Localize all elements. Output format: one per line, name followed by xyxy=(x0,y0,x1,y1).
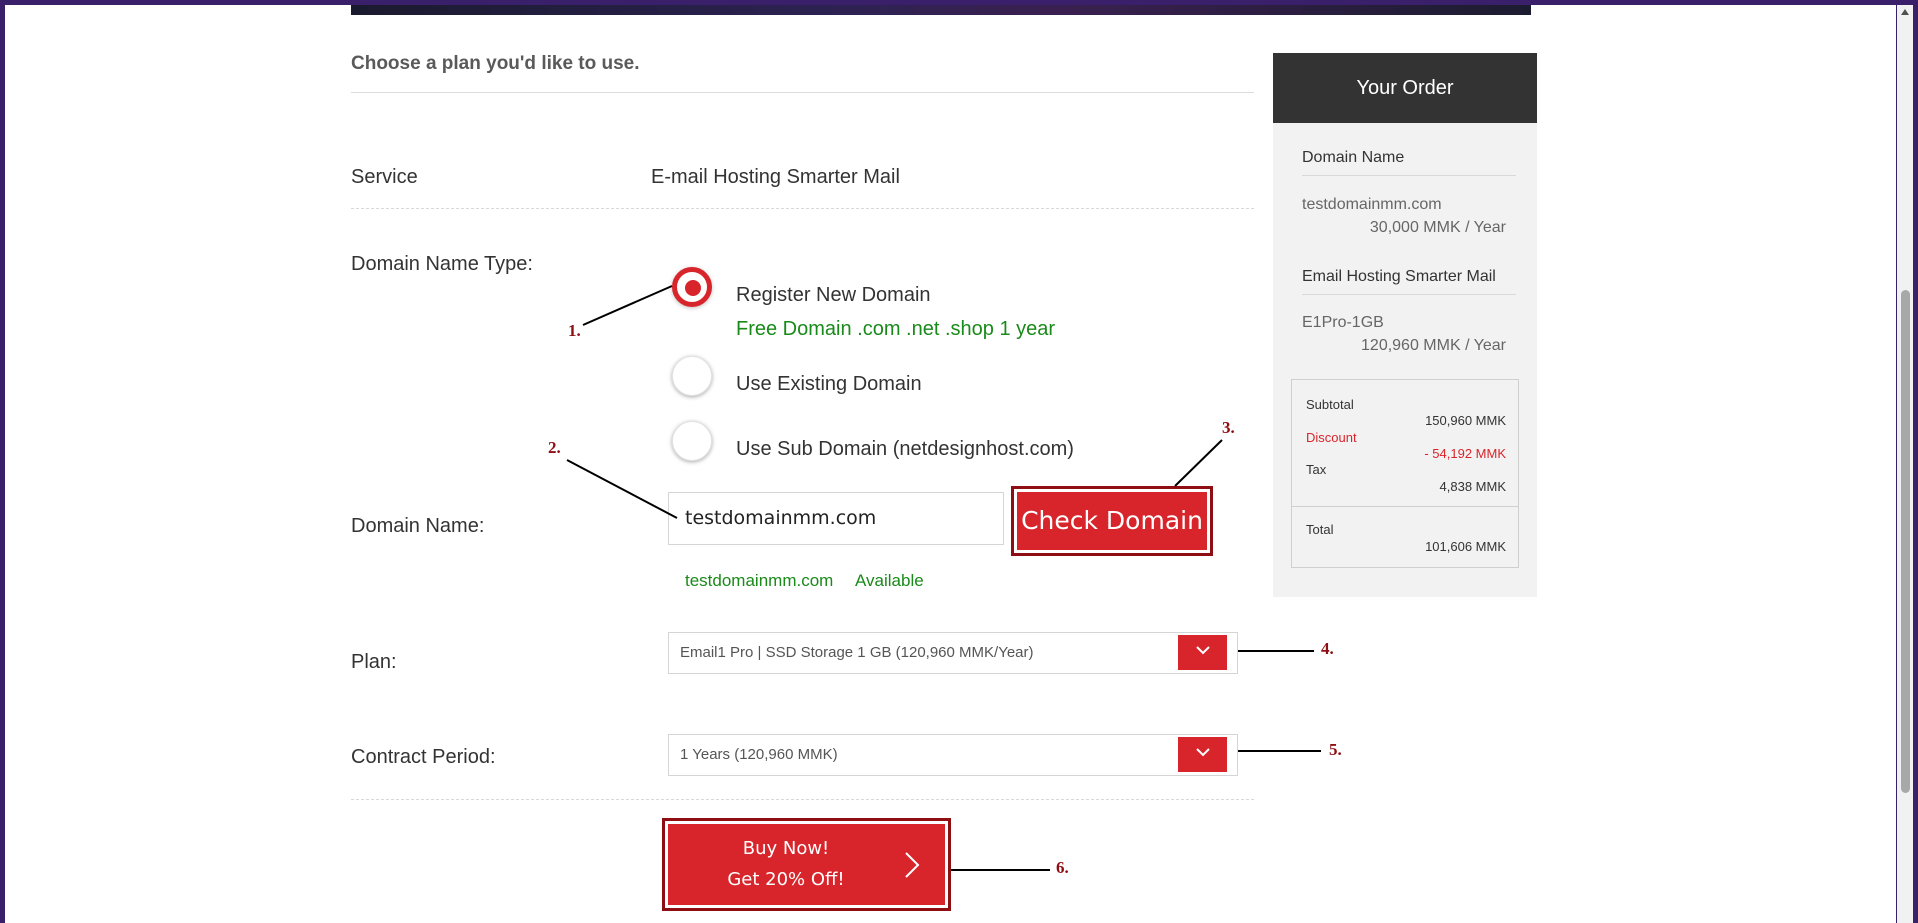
page: Choose a plan you'd like to use. Service… xyxy=(5,5,1896,923)
order-divider xyxy=(1302,294,1516,295)
subtotal-value: 150,960 MMK xyxy=(1425,413,1506,428)
order-email-item: E1Pro-1GB xyxy=(1302,314,1384,331)
annotation-1: 1. xyxy=(568,321,581,340)
total-label: Total xyxy=(1306,522,1334,537)
annotation-6: 6. xyxy=(1056,858,1069,877)
annotation-arrows xyxy=(566,285,1321,871)
annotation-4: 4. xyxy=(1321,639,1334,658)
annotation-5: 5. xyxy=(1329,740,1342,759)
order-email-section-title: Email Hosting Smarter Mail xyxy=(1302,268,1496,285)
annotation-3: 3. xyxy=(1222,418,1235,437)
order-domain-item: testdomainmm.com xyxy=(1302,196,1442,213)
subtotal-label: Subtotal xyxy=(1306,397,1354,412)
scroll-up-icon[interactable] xyxy=(1900,8,1910,16)
order-summary-title: Your Order xyxy=(1273,53,1537,123)
order-domain-price: 30,000 MMK / Year xyxy=(1369,219,1506,236)
annotation-2: 2. xyxy=(548,438,561,457)
order-divider xyxy=(1302,175,1516,176)
order-email-price: 120,960 MMK / Year xyxy=(1361,337,1506,354)
total-value: 101,606 MMK xyxy=(1425,539,1506,554)
order-domain-section-title: Domain Name xyxy=(1302,149,1405,166)
discount-value: - 54,192 MMK xyxy=(1424,446,1506,461)
tax-value: 4,838 MMK xyxy=(1439,479,1506,494)
discount-label: Discount xyxy=(1306,430,1357,445)
scrollbar-thumb[interactable] xyxy=(1901,290,1910,793)
totals-divider xyxy=(1291,506,1519,507)
tax-label: Tax xyxy=(1306,462,1327,477)
